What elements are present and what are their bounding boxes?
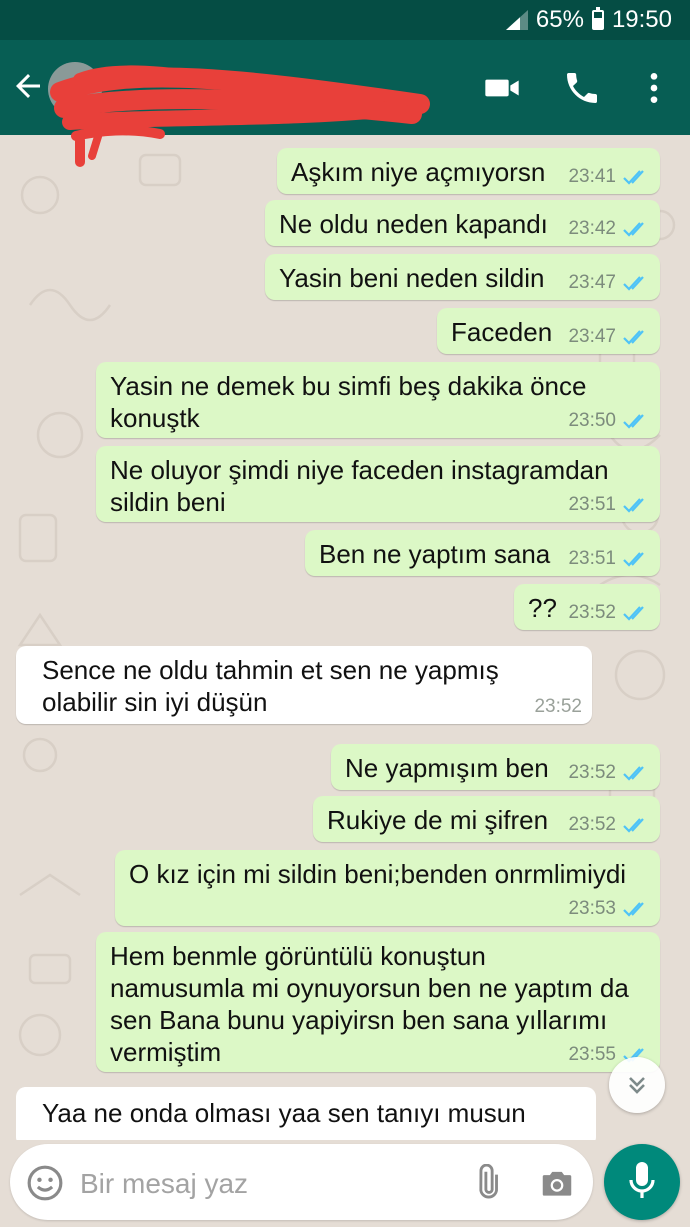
message-text: Yasin ne demek bu simfi beş dakika önce … xyxy=(110,371,587,433)
compose-bar xyxy=(0,1140,690,1227)
read-ticks-icon xyxy=(623,414,644,429)
message-meta: 23:50 xyxy=(568,410,650,432)
more-vert-icon[interactable] xyxy=(634,68,674,108)
message-time: 23:52 xyxy=(534,696,582,717)
message-meta: 23:41 xyxy=(568,166,650,188)
read-ticks-icon xyxy=(623,818,644,833)
outgoing-message[interactable]: O kız için mi sildin beni;benden onrmlim… xyxy=(115,850,660,926)
outgoing-message[interactable]: Ne oluyor şimdi niye faceden instagramda… xyxy=(96,446,660,522)
message-time: 23:52 xyxy=(568,814,616,835)
message-text: Faceden xyxy=(451,317,553,347)
battery-percent: 65% xyxy=(535,6,584,33)
message-meta: 23:52 xyxy=(568,762,650,784)
outgoing-message[interactable]: Ne yapmışım ben 23:52 xyxy=(331,744,660,790)
read-ticks-icon xyxy=(623,902,644,917)
outgoing-message[interactable]: Ben ne yaptım sana 23:51 xyxy=(305,530,660,576)
message-meta: 23:51 xyxy=(568,494,650,516)
read-ticks-icon xyxy=(623,766,644,781)
outgoing-message[interactable]: Yasin ne demek bu simfi beş dakika önce … xyxy=(96,362,660,438)
message-text: Ne oluyor şimdi niye faceden instagramda… xyxy=(110,455,609,517)
message-time: 23:51 xyxy=(568,548,616,569)
chat-area[interactable]: Aşkım niye açmıyorsn 23:41 Ne oldu neden k… xyxy=(0,135,690,1140)
phone-icon[interactable] xyxy=(562,68,602,108)
message-time: 23:50 xyxy=(568,410,616,431)
message-input[interactable] xyxy=(80,1164,450,1204)
message-meta: 23:51 xyxy=(568,548,650,570)
outgoing-message[interactable]: ?? 23:52 xyxy=(514,584,660,630)
incoming-message-partial[interactable]: Yaa ne onda olması yaa sen tanıyı musun xyxy=(16,1087,596,1140)
message-time: 23:47 xyxy=(568,326,616,347)
message-meta: 23:42 xyxy=(568,218,650,240)
status-bar: 65% 19:50 xyxy=(0,0,690,40)
signal-icon xyxy=(505,10,528,30)
message-text: Yaa ne onda olması yaa sen tanıyı musun xyxy=(42,1098,526,1128)
message-text: Ne oldu neden kapandı xyxy=(279,209,548,239)
attach-icon[interactable] xyxy=(468,1163,506,1202)
message-text: Aşkım niye açmıyorsn xyxy=(291,157,546,187)
message-time: 23:42 xyxy=(568,218,616,239)
message-text: Sence ne oldu tahmin et sen ne yapmış ol… xyxy=(42,655,499,717)
outgoing-message[interactable]: Ne oldu neden kapandı 23:42 xyxy=(265,200,660,246)
chevron-double-down-icon xyxy=(629,1077,645,1094)
message-time: 23:52 xyxy=(568,602,616,623)
chat-header xyxy=(0,40,690,167)
message-text: ?? xyxy=(528,593,557,623)
clock: 19:50 xyxy=(611,6,672,33)
outgoing-message[interactable]: Rukiye de mi şifren 23:52 xyxy=(313,796,660,842)
read-ticks-icon xyxy=(623,552,644,567)
read-ticks-icon xyxy=(623,606,644,621)
read-ticks-icon xyxy=(623,498,644,513)
battery-icon xyxy=(591,7,604,30)
message-text: Ben ne yaptım sana xyxy=(319,539,551,569)
message-text: Hem benmle görüntülü konuştun namusumla … xyxy=(110,941,629,1067)
message-time: 23:53 xyxy=(568,898,616,919)
incoming-message[interactable]: Sence ne oldu tahmin et sen ne yapmış ol… xyxy=(16,646,592,724)
message-time: 23:47 xyxy=(568,272,616,293)
emoji-icon[interactable] xyxy=(26,1164,64,1202)
message-text: O kız için mi sildin beni;benden onrmlim… xyxy=(129,859,627,889)
message-time: 23:55 xyxy=(568,1044,616,1065)
mic-icon xyxy=(629,1162,655,1198)
read-ticks-icon xyxy=(623,330,644,345)
message-time: 23:52 xyxy=(568,762,616,783)
message-meta: 23:53 xyxy=(568,898,650,920)
message-time: 23:41 xyxy=(568,166,616,187)
video-call-icon[interactable] xyxy=(482,68,522,108)
outgoing-message[interactable]: Faceden 23:47 xyxy=(437,308,660,354)
message-meta: 23:47 xyxy=(568,272,650,294)
compose-box[interactable] xyxy=(10,1144,593,1220)
read-ticks-icon xyxy=(623,170,644,185)
message-time: 23:51 xyxy=(568,494,616,515)
outgoing-message[interactable]: Hem benmle görüntülü konuştun namusumla … xyxy=(96,932,660,1072)
read-ticks-icon xyxy=(623,276,644,291)
camera-icon[interactable] xyxy=(538,1164,576,1202)
message-text: Rukiye de mi şifren xyxy=(327,805,549,835)
scroll-down-button[interactable] xyxy=(609,1057,665,1113)
read-ticks-icon xyxy=(623,222,644,237)
outgoing-message[interactable]: Yasin beni neden sildin 23:47 xyxy=(265,254,660,300)
message-meta: 23:52 xyxy=(568,602,650,624)
message-meta: 23:52 xyxy=(568,814,650,836)
mic-button[interactable] xyxy=(604,1144,680,1220)
message-text: Ne yapmışım ben xyxy=(345,753,549,783)
message-meta: 23:47 xyxy=(568,326,650,348)
message-text: Yasin beni neden sildin xyxy=(279,263,545,293)
message-meta: 23:52 xyxy=(534,696,582,718)
outgoing-message[interactable]: Aşkım niye açmıyorsn 23:41 xyxy=(277,148,660,194)
